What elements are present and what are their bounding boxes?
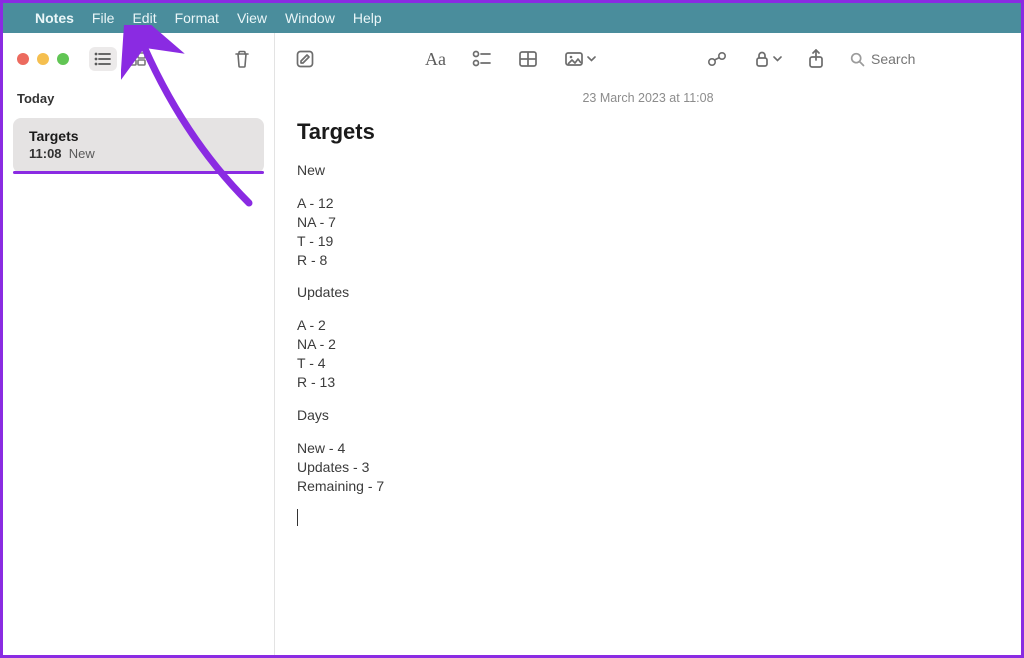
minimize-window-button[interactable] [37,53,49,65]
note-body-block: New - 4 Updates - 3 Remaining - 7 [297,439,999,496]
menu-file[interactable]: File [92,10,115,26]
share-button[interactable] [808,49,824,69]
menu-format[interactable]: Format [175,10,219,26]
chevron-down-icon [773,56,782,62]
editor-pane: Aa [275,33,1021,655]
compose-button[interactable] [295,49,315,69]
menu-window[interactable]: Window [285,10,335,26]
fullscreen-window-button[interactable] [57,53,69,65]
note-body-block: Updates [297,283,999,302]
gallery-view-button[interactable] [123,47,151,71]
section-header: Today [3,85,274,112]
notes-sidebar: Today Targets 11:08 New [3,33,275,655]
menu-help[interactable]: Help [353,10,382,26]
delete-note-button[interactable] [228,47,256,71]
close-window-button[interactable] [17,53,29,65]
note-body-block: Days [297,406,999,425]
note-list-item[interactable]: Targets 11:08 New [13,118,264,173]
menu-view[interactable]: View [237,10,267,26]
link-button[interactable] [706,50,728,68]
note-item-meta: 11:08 New [29,146,248,161]
macos-menubar: Notes File Edit Format View Window Help [3,3,1021,33]
note-body-block: A - 12 NA - 7 T - 19 R - 8 [297,194,999,270]
lock-button[interactable] [754,50,782,68]
sidebar-toolbar [3,33,274,85]
search-icon [850,52,865,67]
note-item-preview: New [69,146,95,161]
checklist-button[interactable] [472,50,492,68]
editor-toolbar: Aa [275,33,1021,85]
text-cursor [297,509,298,526]
table-button[interactable] [518,50,538,68]
search-input[interactable] [871,51,1001,67]
selection-underline [13,171,264,174]
note-title: Targets [297,119,999,145]
note-item-title: Targets [29,128,248,144]
note-item-time: 11:08 [29,146,62,161]
media-button[interactable] [564,51,596,67]
note-timestamp: 23 March 2023 at 11:08 [275,91,1021,105]
format-button[interactable]: Aa [425,49,446,70]
window-controls [17,53,69,65]
note-editor[interactable]: Targets New A - 12 NA - 7 T - 19 R - 8 U… [275,105,1021,527]
search-field[interactable] [850,51,1001,67]
note-body-block: New [297,161,999,180]
list-view-button[interactable] [89,47,117,71]
chevron-down-icon [587,56,596,62]
menu-notes[interactable]: Notes [35,10,74,26]
note-body-block: A - 2 NA - 2 T - 4 R - 13 [297,316,999,392]
menu-edit[interactable]: Edit [132,10,156,26]
